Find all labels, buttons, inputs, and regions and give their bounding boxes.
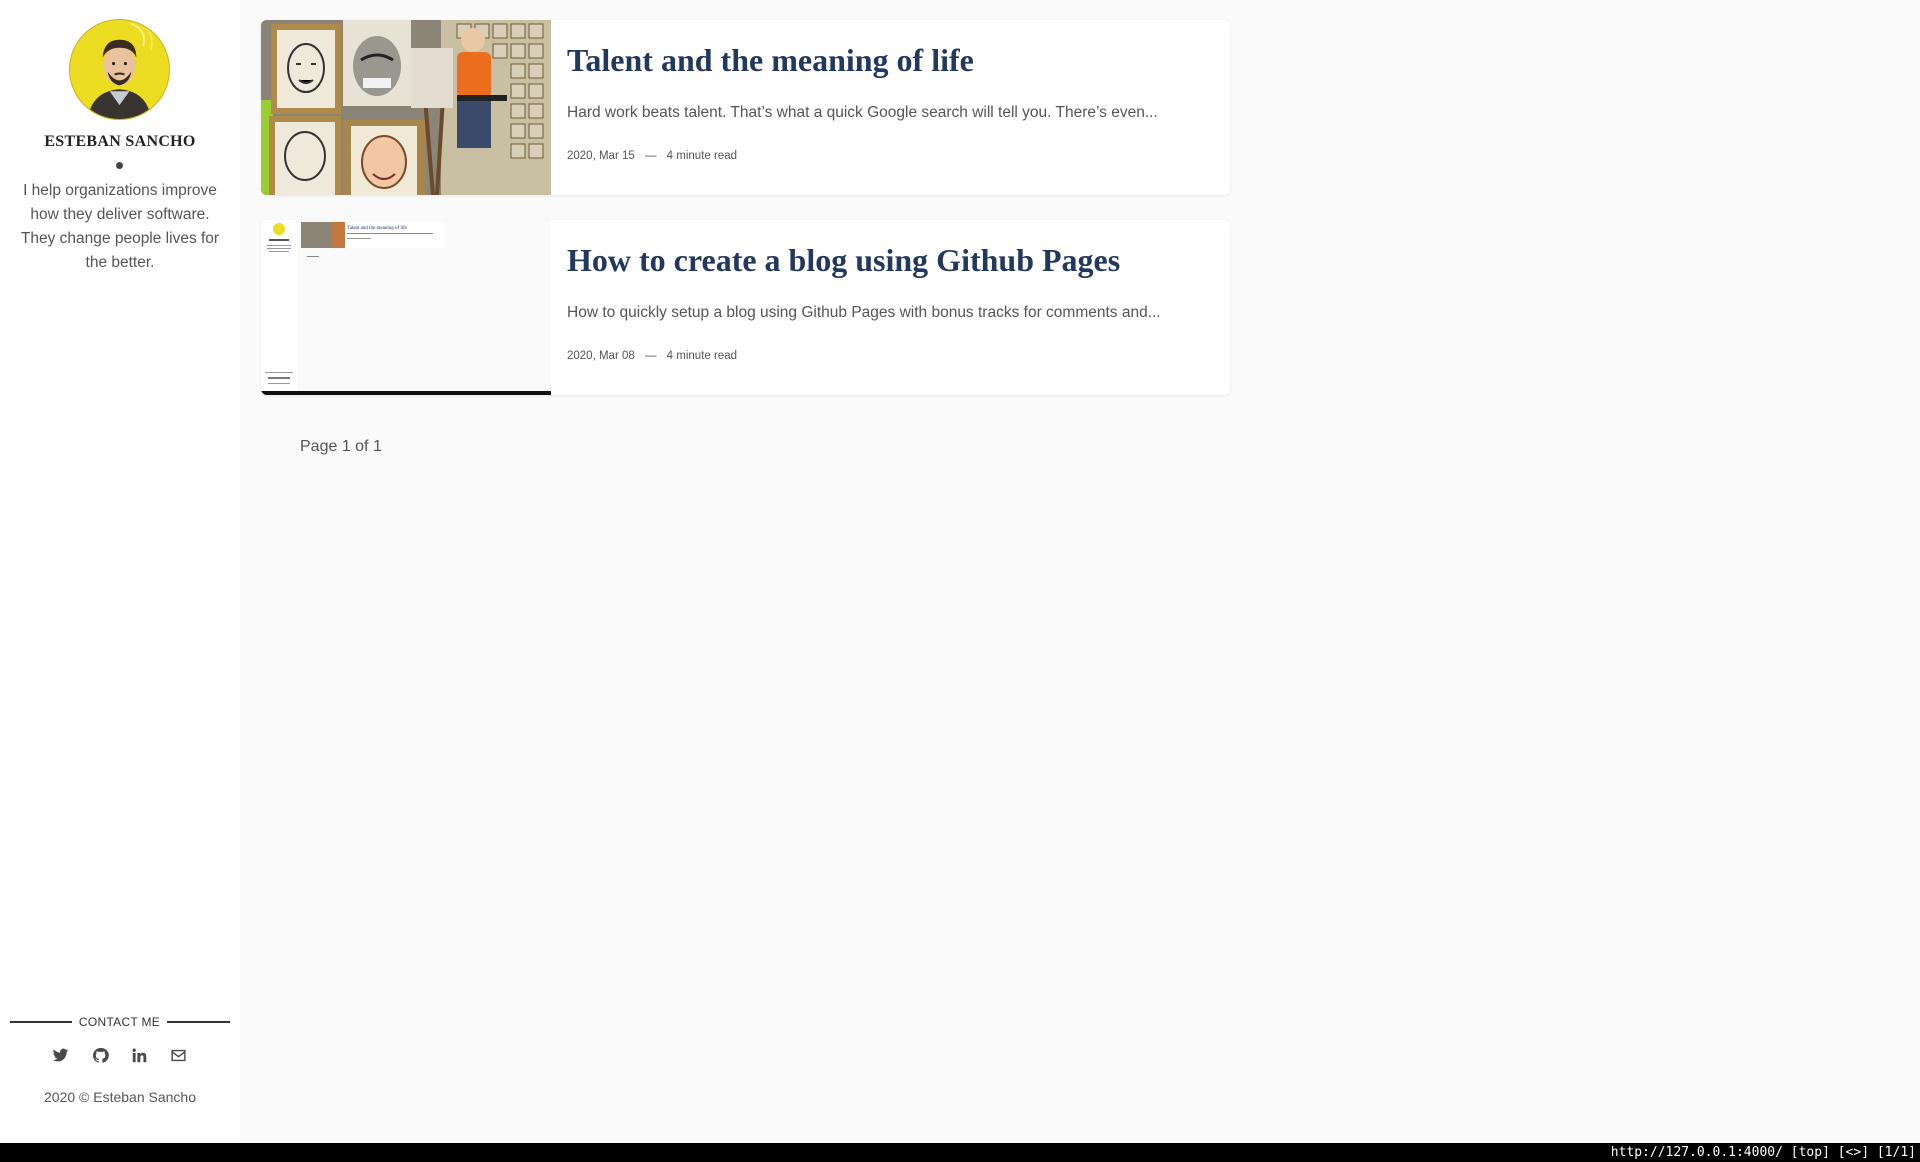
post-card[interactable]: Talent and the meaning of life Hard work… — [261, 20, 1230, 195]
github-icon — [92, 1047, 109, 1063]
browser-status-bar: http://127.0.0.1:4000/ [top] [<>] [1/1] — [0, 1143, 1920, 1162]
meta-separator: — — [644, 350, 657, 362]
sidebar: ESTEBAN SANCHO I help organizations impr… — [0, 0, 240, 1143]
contact-me-label: CONTACT ME — [78, 1015, 161, 1029]
twitter-link[interactable] — [50, 1045, 70, 1065]
copyright: 2020 © Esteban Sancho — [44, 1089, 196, 1105]
github-link[interactable] — [90, 1045, 110, 1065]
post-thumbnail[interactable]: Talent and the meaning of life — [261, 220, 551, 395]
status-url: http://127.0.0.1:4000/ [top] [<>] [1/1] — [1610, 1145, 1916, 1160]
envelope-icon — [170, 1049, 186, 1061]
contact-divider-left — [10, 1021, 72, 1023]
avatar-portrait-icon — [70, 20, 169, 119]
caricature-photo-icon — [261, 20, 551, 195]
thumbnail-post-title: Talent and the meaning of life — [347, 226, 408, 231]
email-link[interactable] — [168, 1045, 188, 1065]
author-name: ESTEBAN SANCHO — [44, 133, 196, 150]
post-read-time: 4 minute read — [666, 150, 737, 162]
linkedin-icon — [132, 1048, 146, 1062]
post-title[interactable]: How to create a blog using Github Pages — [567, 242, 1120, 279]
post-meta: 2020, Mar 15 — 4 minute read — [567, 150, 737, 162]
author-bio: I help organizations improve how they de… — [20, 182, 220, 271]
pagination-info: Page 1 of 1 — [300, 438, 382, 455]
contact-divider-right — [167, 1021, 230, 1023]
post-card[interactable]: Talent and the meaning of life How to cr… — [261, 220, 1230, 395]
avatar[interactable] — [69, 19, 170, 120]
meta-separator: — — [644, 150, 657, 162]
post-excerpt: How to quickly setup a blog using Github… — [567, 304, 1161, 321]
post-date: 2020, Mar 08 — [567, 350, 635, 362]
post-thumbnail[interactable] — [261, 20, 551, 195]
linkedin-link[interactable] — [129, 1045, 149, 1065]
twitter-icon — [52, 1048, 68, 1061]
post-title[interactable]: Talent and the meaning of life — [567, 42, 974, 79]
post-excerpt: Hard work beats talent. That’s what a qu… — [567, 104, 1158, 121]
name-dot-divider — [116, 162, 123, 169]
post-date: 2020, Mar 15 — [567, 150, 635, 162]
blog-screenshot-icon: Talent and the meaning of life — [261, 220, 551, 395]
post-read-time: 4 minute read — [666, 350, 737, 362]
post-meta: 2020, Mar 08 — 4 minute read — [567, 350, 737, 362]
